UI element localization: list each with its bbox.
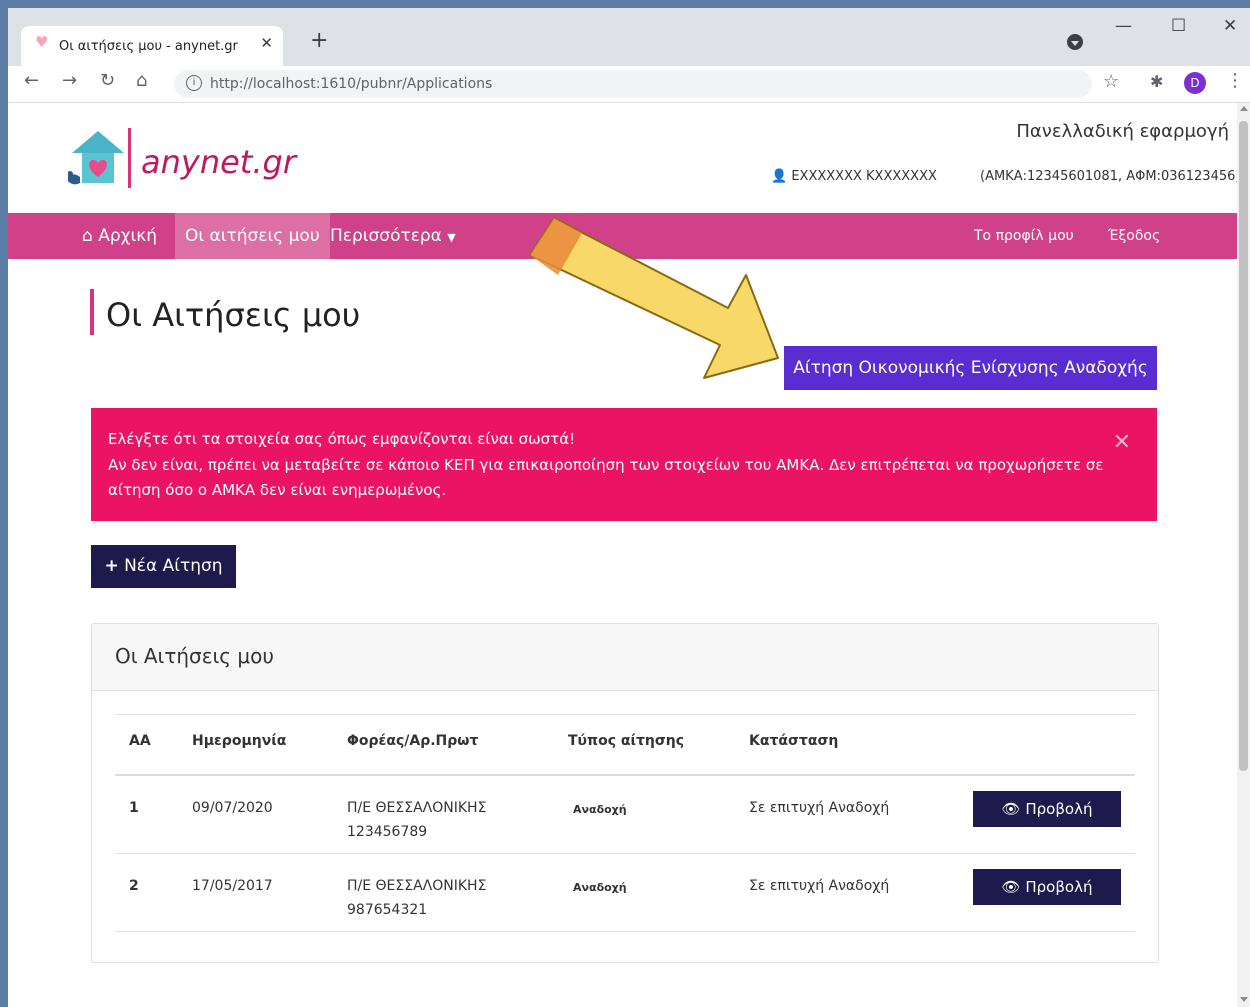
- column-header-date: Ημερομηνία: [192, 733, 287, 749]
- page-scrollbar[interactable]: [1237, 103, 1250, 1007]
- reload-icon[interactable]: ↻: [100, 72, 115, 90]
- back-icon[interactable]: ←: [24, 72, 39, 90]
- user-icon: 👤: [771, 169, 788, 184]
- plus-icon: +: [104, 556, 119, 576]
- row-agency-name: Π/Ε ΘΕΣΣΑΛΟΝΙΚΗΣ: [347, 800, 487, 816]
- page-title: Οι Αιτήσεις μου: [106, 296, 361, 334]
- logo-text[interactable]: anynet.gr: [141, 143, 296, 181]
- alert-line-2: Αν δεν είναι, πρέπει να μεταβείτε σε κάπ…: [108, 456, 1104, 474]
- alert-line-1: Ελέγξτε ότι τα στοιχεία σας όπως εμφανίζ…: [108, 430, 576, 448]
- column-header-aa: ΑΑ: [129, 733, 151, 749]
- user-name-text: EXXXXXXX KXXXXXXX: [791, 169, 937, 184]
- row-status: Σε επιτυχή Αναδοχή: [749, 800, 890, 816]
- applications-card: Οι Αιτήσεις μου ΑΑ Ημερομηνία Φορέας/Αρ.…: [91, 623, 1159, 963]
- browser-window: ♥ Οι αιτήσεις μου - anynet.gr ✕ + — ☐ ✕ …: [8, 8, 1250, 1007]
- card-header: Οι Αιτήσεις μου: [92, 624, 1158, 691]
- browser-toolbar: ← → ↻ ⌂ i http://localhost:1610/pubnr/Ap…: [8, 66, 1250, 103]
- scroll-thumb[interactable]: [1239, 121, 1248, 771]
- nav-my-applications[interactable]: Οι αιτήσεις μου: [175, 213, 330, 259]
- nav-profile[interactable]: Το προφίλ μου: [974, 213, 1074, 259]
- nav-home[interactable]: ⌂ Αρχική: [82, 213, 157, 259]
- bookmark-star-icon[interactable]: ☆: [1103, 71, 1119, 92]
- table-top-rule: [115, 714, 1135, 715]
- column-header-status: Κατάσταση: [749, 733, 839, 749]
- tab-title: Οι αιτήσεις μου - anynet.gr: [59, 39, 238, 54]
- view-button[interactable]: 👁 Προβολή: [973, 869, 1121, 905]
- user-ids: (ΑΜΚΑ:12345601081, ΑΦΜ:036123456): [980, 169, 1237, 184]
- alert-close-icon[interactable]: ✕: [1113, 430, 1131, 455]
- new-tab-icon[interactable]: +: [310, 30, 328, 52]
- title-accent-bar: [90, 289, 94, 335]
- user-name: 👤 EXXXXXXX KXXXXXXX: [771, 169, 937, 184]
- warning-alert: Ελέγξτε ότι τα στοιχεία σας όπως εμφανίζ…: [91, 408, 1157, 521]
- nav-logout[interactable]: Έξοδος: [1108, 213, 1160, 259]
- row-protocol: 987654321: [347, 902, 428, 918]
- app-name: Πανελλαδική εφαρμογή: [1016, 121, 1229, 142]
- page-viewport: anynet.gr Πανελλαδική εφαρμογή 👤 EXXXXXX…: [8, 103, 1237, 1007]
- nav-more-label: Περισσότερα: [330, 226, 442, 246]
- heart-favicon-icon: ♥: [35, 33, 49, 51]
- address-bar[interactable]: i http://localhost:1610/pubnr/Applicatio…: [174, 70, 1092, 98]
- nav-home-label: Αρχική: [98, 226, 157, 246]
- annotation-arrow-icon: [529, 217, 779, 379]
- new-application-button[interactable]: + Νέα Αίτηση: [91, 545, 236, 588]
- forward-icon[interactable]: →: [62, 72, 77, 90]
- info-icon[interactable]: i: [186, 75, 202, 91]
- close-tab-icon[interactable]: ✕: [260, 36, 273, 51]
- view-label: Προβολή: [1025, 800, 1093, 818]
- card-title: Οι Αιτήσεις μου: [115, 644, 274, 668]
- media-dropdown-icon[interactable]: [1067, 34, 1083, 50]
- row-aa: 1: [129, 800, 139, 816]
- browser-tab[interactable]: ♥ Οι αιτήσεις μου - anynet.gr ✕: [21, 26, 283, 66]
- nav-more[interactable]: Περισσότερα ▼: [330, 213, 456, 259]
- profile-avatar[interactable]: D: [1184, 72, 1206, 94]
- new-application-label: Νέα Αίτηση: [124, 556, 223, 576]
- row-aa: 2: [129, 878, 139, 894]
- extensions-puzzle-icon[interactable]: ✱: [1150, 72, 1163, 91]
- maximize-icon[interactable]: ☐: [1171, 18, 1186, 35]
- home-icon: ⌂: [82, 226, 93, 246]
- close-window-icon[interactable]: ✕: [1223, 18, 1237, 35]
- row-date: 17/05/2017: [192, 878, 273, 894]
- scroll-down-icon[interactable]: [1240, 997, 1248, 1002]
- scroll-up-icon[interactable]: [1240, 106, 1248, 111]
- url-text[interactable]: http://localhost:1610/pubnr/Applications: [210, 76, 492, 92]
- view-button[interactable]: 👁 Προβολή: [973, 791, 1121, 827]
- row-agency: Π/Ε ΘΕΣΣΑΛΟΝΙΚΗΣ 123456789: [347, 796, 486, 844]
- table-row: 1 09/07/2020 Π/Ε ΘΕΣΣΑΛΟΝΙΚΗΣ 123456789 …: [115, 776, 1135, 854]
- home-icon[interactable]: ⌂: [136, 72, 147, 90]
- row-agency-name: Π/Ε ΘΕΣΣΑΛΟΝΙΚΗΣ: [347, 878, 487, 894]
- menu-kebab-icon[interactable]: ⋮: [1226, 70, 1244, 91]
- eye-icon: 👁: [1001, 878, 1021, 896]
- row-type: Αναδοχή: [573, 803, 627, 816]
- minimize-icon[interactable]: —: [1115, 18, 1132, 35]
- row-status: Σε επιτυχή Αναδοχή: [749, 878, 890, 894]
- logo-house-icon[interactable]: [68, 127, 128, 189]
- view-label: Προβολή: [1025, 878, 1093, 896]
- row-agency: Π/Ε ΘΕΣΣΑΛΟΝΙΚΗΣ 987654321: [347, 874, 486, 922]
- column-header-agency: Φορέας/Αρ.Πρωτ: [347, 733, 479, 749]
- table-row: 2 17/05/2017 Π/Ε ΘΕΣΣΑΛΟΝΙΚΗΣ 987654321 …: [115, 854, 1135, 932]
- column-header-type: Τύπος αίτησης: [568, 733, 685, 749]
- tab-strip: ♥ Οι αιτήσεις μου - anynet.gr ✕ + — ☐ ✕: [8, 8, 1250, 66]
- financial-support-application-button[interactable]: Αίτηση Οικονομικής Ενίσχυσης Αναδοχής: [784, 346, 1157, 390]
- row-protocol: 123456789: [347, 824, 428, 840]
- alert-line-3: αίτηση όσο ο ΑΜΚΑ δεν είναι ενημερωμένος…: [108, 481, 447, 499]
- row-date: 09/07/2020: [192, 800, 273, 816]
- caret-down-icon: ▼: [447, 231, 456, 244]
- row-type: Αναδοχή: [573, 881, 627, 894]
- logo-divider: [128, 128, 131, 188]
- eye-icon: 👁: [1001, 800, 1021, 818]
